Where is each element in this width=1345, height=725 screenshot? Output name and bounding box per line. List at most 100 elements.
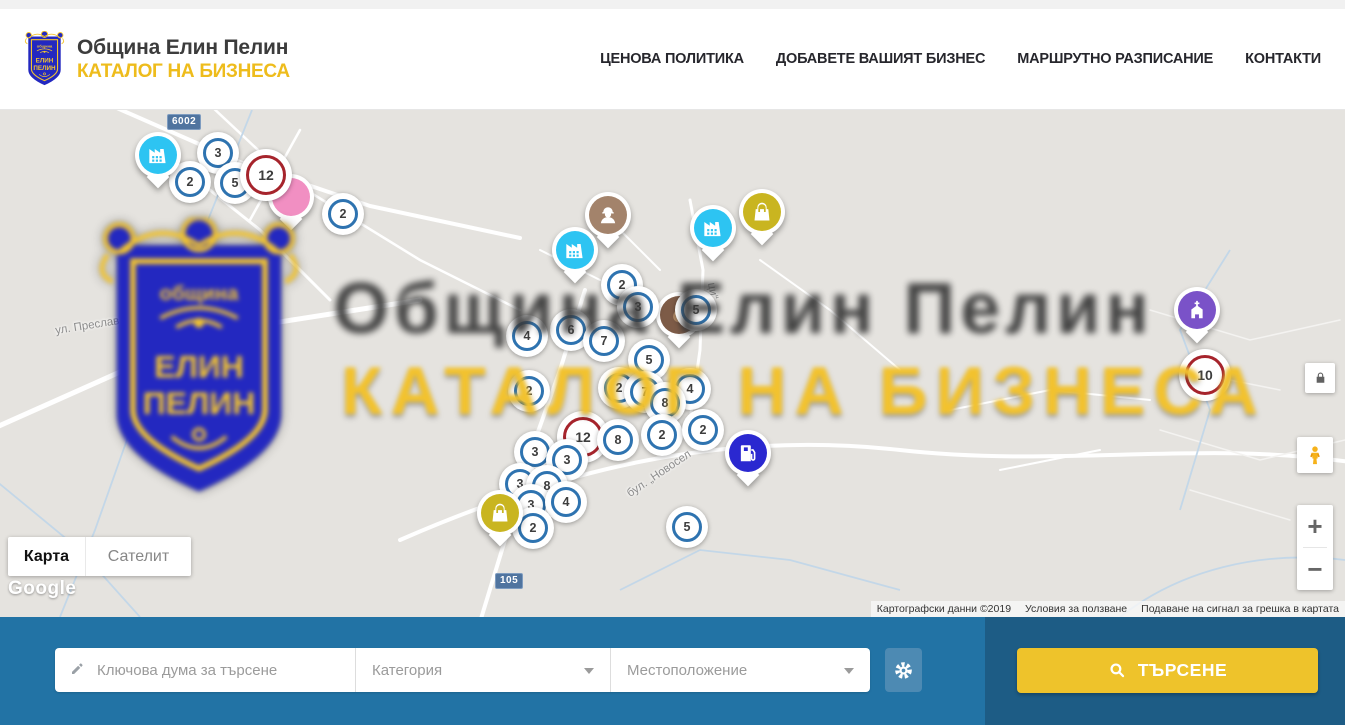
cluster-marker[interactable]: 4 (506, 315, 548, 357)
shopping-bag-icon (481, 494, 519, 532)
lock-control-button[interactable] (1305, 363, 1335, 393)
map-type-map-button[interactable]: Карта (8, 537, 85, 576)
keyword-field[interactable] (55, 648, 355, 692)
chevron-down-icon (844, 668, 854, 674)
site-header: община ЕЛИН ПЕЛИН Община Елин Пелин КАТА… (0, 0, 1345, 110)
cluster-count: 3 (635, 300, 642, 314)
cluster-ring: 2 (514, 376, 544, 406)
fuel-pump-icon (729, 434, 767, 472)
factory-icon (556, 231, 594, 269)
cluster-count: 2 (340, 207, 347, 221)
cluster-marker[interactable]: 5 (666, 506, 708, 548)
cluster-ring: 10 (1185, 355, 1225, 395)
svg-text:ПЕЛИН: ПЕЛИН (33, 64, 56, 71)
search-icon (1108, 661, 1127, 680)
street-view-pegman-button[interactable] (1297, 437, 1333, 473)
lock-icon (1312, 370, 1329, 387)
cluster-ring: 5 (681, 295, 711, 325)
google-logo[interactable]: Google (8, 578, 76, 600)
google-map[interactable]: 6002105ул. Преславбул. „Новоселци“ 32512… (0, 110, 1345, 617)
svg-text:ЕЛИН: ЕЛИН (36, 57, 54, 64)
svg-text:община: община (37, 43, 53, 48)
map-attribution: Картографски данни ©2019 Условия за полз… (871, 601, 1345, 617)
cluster-marker[interactable]: 2 (322, 193, 364, 235)
cluster-count: 6 (568, 323, 575, 337)
search-bar: Категория Местоположение ТЪРСЕНЕ (0, 617, 1345, 725)
site-subtitle: КАТАЛОГ НА БИЗНЕСА (77, 61, 290, 83)
cluster-count: 3 (564, 453, 571, 467)
terms-link[interactable]: Условия за ползване (1025, 603, 1127, 615)
cluster-marker[interactable]: 10 (1179, 349, 1231, 401)
search-button-label: ТЪРСЕНЕ (1138, 660, 1227, 681)
pencil-icon (69, 659, 87, 682)
report-error-link[interactable]: Подаване на сигнал за грешка в картата (1141, 603, 1339, 615)
cluster-ring: 8 (603, 425, 633, 455)
cluster-ring: 4 (551, 487, 581, 517)
factory-icon (694, 209, 732, 247)
cluster-count: 5 (693, 303, 700, 317)
cluster-ring: 12 (246, 155, 286, 195)
zoom-out-button[interactable]: − (1297, 548, 1333, 590)
cluster-marker[interactable]: 2 (641, 414, 683, 456)
location-dropdown[interactable]: Местоположение (610, 648, 870, 692)
cluster-ring: 2 (328, 199, 358, 229)
nav-item[interactable]: ДОБАВЕТЕ ВАШИЯТ БИЗНЕС (776, 51, 985, 67)
cluster-count: 2 (526, 384, 533, 398)
cluster-count: 5 (232, 176, 239, 190)
cluster-marker[interactable]: 3 (617, 286, 659, 328)
site-title: Община Елин Пелин (77, 36, 290, 60)
hard-hat-worker-pin-marker[interactable] (585, 192, 631, 238)
advanced-settings-button[interactable] (885, 648, 922, 692)
factory-pin-marker[interactable] (135, 132, 181, 178)
cluster-ring: 3 (623, 292, 653, 322)
location-dropdown-value: Местоположение (627, 662, 747, 679)
keyword-input[interactable] (97, 662, 343, 679)
cluster-count: 10 (1197, 367, 1213, 383)
pegman-icon (1304, 444, 1326, 466)
cluster-ring: 2 (688, 415, 718, 445)
factory-pin-marker[interactable] (552, 227, 598, 273)
cluster-marker[interactable]: 2 (682, 409, 724, 451)
gear-icon (893, 660, 914, 681)
cluster-marker[interactable]: 8 (597, 419, 639, 461)
chevron-down-icon (584, 668, 594, 674)
search-button[interactable]: ТЪРСЕНЕ (1017, 648, 1318, 693)
cluster-ring: 4 (512, 321, 542, 351)
cluster-ring: 7 (589, 326, 619, 356)
cluster-count: 8 (615, 433, 622, 447)
category-dropdown-value: Категория (372, 662, 442, 679)
cluster-marker[interactable]: 2 (508, 370, 550, 412)
road-number-badge: 105 (495, 573, 523, 589)
factory-icon (139, 136, 177, 174)
nav-item[interactable]: МАРШРУТНО РАЗПИСАНИЕ (1017, 51, 1213, 67)
category-dropdown[interactable]: Категория (355, 648, 610, 692)
main-nav: ЦЕНОВА ПОЛИТИКА ДОБАВЕТЕ ВАШИЯТ БИЗНЕС МАР… (600, 51, 1321, 67)
cluster-count: 7 (601, 334, 608, 348)
cluster-ring: 5 (672, 512, 702, 542)
cluster-count: 2 (187, 175, 194, 189)
factory-pin-marker[interactable] (690, 205, 736, 251)
brand[interactable]: община ЕЛИН ПЕЛИН Община Елин Пелин КАТА… (22, 31, 290, 88)
church-pin-marker[interactable] (1174, 287, 1220, 333)
zoom-in-button[interactable]: + (1297, 505, 1333, 547)
cluster-count: 8 (662, 396, 669, 410)
hard-hat-worker-icon (589, 196, 627, 234)
cluster-marker[interactable]: 12 (240, 149, 292, 201)
cluster-marker[interactable]: 5 (675, 289, 717, 331)
shopping-bag-pin-marker[interactable] (477, 490, 523, 536)
nav-item[interactable]: ЦЕНОВА ПОЛИТИКА (600, 51, 744, 67)
fuel-pump-pin-marker[interactable] (725, 430, 771, 476)
cluster-marker[interactable]: 4 (545, 481, 587, 523)
zoom-control: + − (1297, 505, 1333, 590)
map-type-control: Карта Сателит (8, 537, 191, 576)
shopping-bag-pin-marker[interactable] (739, 189, 785, 235)
cluster-count: 2 (700, 423, 707, 437)
municipality-logo: община ЕЛИН ПЕЛИН (22, 31, 67, 88)
cluster-ring: 2 (175, 167, 205, 197)
road-number-badge: 6002 (167, 114, 201, 130)
map-type-satellite-button[interactable]: Сателит (85, 537, 191, 576)
nav-item[interactable]: КОНТАКТИ (1245, 51, 1321, 67)
cluster-marker[interactable]: 7 (583, 320, 625, 362)
shopping-bag-icon (743, 193, 781, 231)
map-data-copyright: Картографски данни ©2019 (877, 603, 1011, 615)
